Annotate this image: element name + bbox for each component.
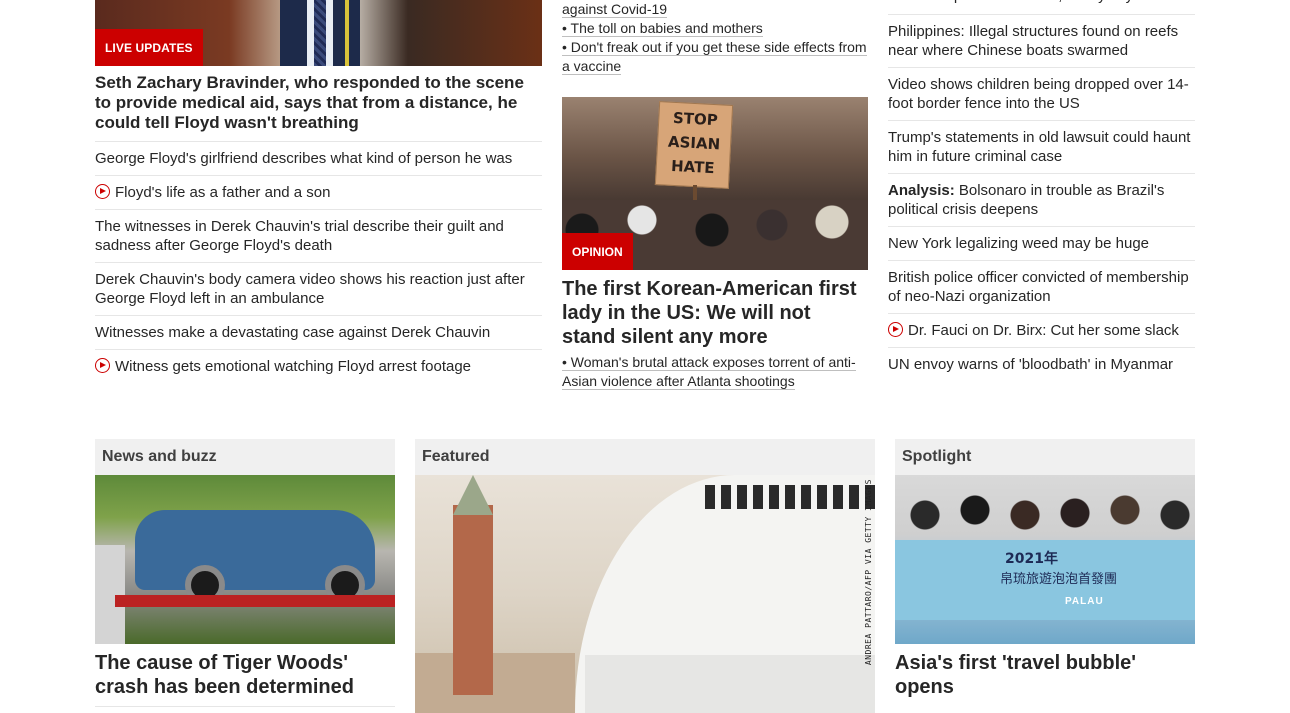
world-news-item[interactable]: Philippines: Illegal structures found on… [888,15,1195,68]
divider [95,706,395,707]
analysis-label: Analysis: [888,182,955,199]
world-news-item-content: Analysis: Bolsonaro in trouble as Brazil… [888,182,1164,218]
world-news-column: Mozambique terror attack, family says Phi… [888,0,1195,381]
zone-title: Spotlight [902,448,972,465]
world-news-item-text: British police officer convicted of memb… [888,269,1189,305]
story-list-item-text: Floyd's life as a father and a son [115,184,331,201]
story-list-item[interactable]: Derek Chauvin's body camera video shows … [95,263,542,316]
related-link[interactable]: • The toll on babies and mothers [562,20,763,37]
featured-cruise-ship-image[interactable]: ANDREA PATTARO/AFP VIA GETTY IMAGES [415,475,875,713]
related-link[interactable]: against Covid-19 [562,1,668,18]
banner-palau: PALAU [1065,596,1104,607]
protest-sign: STOP ASIAN HATE [654,101,734,189]
related-links-top: against Covid-19 • The toll on babies an… [562,0,868,76]
world-news-item[interactable]: New York legalizing weed may be huge [888,227,1195,261]
opinion-related-link[interactable]: • Woman's brutal attack exposes torrent … [562,354,856,390]
live-updates-image[interactable]: LIVE UPDATES [95,0,542,66]
opinion-image[interactable]: STOP ASIAN HATE OPINION [562,97,868,270]
news-and-buzz-zone: News and buzz The cause of Tiger Woods' … [95,439,395,707]
opinion-headline[interactable]: The first Korean-American first lady in … [562,277,868,349]
world-news-item-text: UN envoy warns of 'bloodbath' in Myanmar [888,356,1174,373]
world-news-item-content: Dr. Fauci on Dr. Birx: Cut her some slac… [888,322,1179,339]
story-list-item[interactable]: The witnesses in Derek Chauvin's trial d… [95,210,542,263]
top-story-list: George Floyd's girlfriend describes what… [95,142,542,383]
opinion-badge: OPINION [562,233,633,270]
world-news-item-text: Mozambique terror attack, family says [888,0,1141,4]
world-news-item-content: Video shows children being dropped over … [888,76,1189,112]
sign-text: ASIAN [667,132,721,154]
story-list-item-text: Witness gets emotional watching Floyd ar… [115,358,472,375]
world-news-item-text: Dr. Fauci on Dr. Birx: Cut her some slac… [908,322,1179,339]
image-spire [453,475,493,515]
image-ship-hull [585,655,875,713]
spotlight-headline[interactable]: Asia's first 'travel bubble' opens [895,651,1195,699]
image-banner: 2021年 帛琉旅遊泡泡首發團 PALAU [895,540,1195,620]
story-list-item-text: George Floyd's girlfriend describes what… [95,150,513,167]
video-play-icon [888,322,903,337]
video-play-icon [95,358,110,373]
banner-text: 帛琉旅遊泡泡首發團 [1000,572,1118,587]
story-list-item[interactable]: Witnesses make a devastating case agains… [95,316,542,350]
world-news-item-text: Video shows children being dropped over … [888,76,1189,112]
world-news-item-content: British police officer convicted of memb… [888,269,1189,305]
image-city [415,653,575,713]
world-news-item[interactable]: Trump's statements in old lawsuit could … [888,121,1195,174]
story-list-item-text: Witnesses make a devastating case agains… [95,324,491,341]
world-news-item[interactable]: British police officer convicted of memb… [888,261,1195,314]
zone-title: Featured [422,448,490,465]
sign-text: STOP [672,108,719,130]
world-news-item[interactable]: Video shows children being dropped over … [888,68,1195,121]
story-list-item-text: Derek Chauvin's body camera video shows … [95,271,525,307]
world-news-item-content: Mozambique terror attack, family says [888,0,1141,11]
world-news-item-content: Philippines: Illegal structures found on… [888,23,1178,59]
image-tie [314,0,326,66]
story-list-item[interactable]: George Floyd's girlfriend describes what… [95,142,542,176]
video-play-icon [95,184,110,199]
live-updates-badge: LIVE UPDATES [95,29,203,66]
world-news-item-text: Philippines: Illegal structures found on… [888,23,1179,59]
top-story-column: LIVE UPDATES Seth Zachary Bravinder, who… [95,0,542,383]
world-news-item[interactable]: UN envoy warns of 'bloodbath' in Myanmar [888,348,1195,381]
story-list-item[interactable]: Witness gets emotional watching Floyd ar… [95,350,542,383]
related-link[interactable]: • Don't freak out if you get these side … [562,39,867,75]
featured-zone: Featured ANDREA PATTARO/AFP VIA GETTY IM… [415,439,875,713]
story-list-item[interactable]: Floyd's life as a father and a son [95,176,542,210]
world-news-item-content: UN envoy warns of 'bloodbath' in Myanmar [888,356,1173,373]
photo-credit: ANDREA PATTARO/AFP VIA GETTY IMAGES [864,479,873,666]
zone-title: News and buzz [102,448,217,465]
travel-bubble-image[interactable]: 2021年 帛琉旅遊泡泡首發團 PALAU [895,475,1195,644]
news-headline[interactable]: The cause of Tiger Woods' crash has been… [95,651,395,699]
image-bell-tower [453,505,493,695]
world-news-item[interactable]: Dr. Fauci on Dr. Birx: Cut her some slac… [888,314,1195,348]
world-news-item[interactable]: Mozambique terror attack, family says [888,0,1195,15]
world-news-item-content: Trump's statements in old lawsuit could … [888,129,1190,165]
world-news-item-content: New York legalizing weed may be huge [888,235,1149,252]
world-news-item-text: New York legalizing weed may be huge [888,235,1149,252]
image-ship-deck [705,485,875,509]
banner-year: 2021年 [1005,551,1058,567]
middle-column: against Covid-19 • The toll on babies an… [562,0,868,391]
sign-text: HATE [670,156,716,178]
top-story-headline[interactable]: Seth Zachary Bravinder, who responded to… [95,73,542,142]
image-flatbed [115,595,395,607]
world-news-item[interactable]: Analysis: Bolsonaro in trouble as Brazil… [888,174,1195,227]
spotlight-zone: Spotlight 2021年 帛琉旅遊泡泡首發團 PALAU Asia's f… [895,439,1195,699]
image-lanyard [345,0,349,66]
story-list-item-text: The witnesses in Derek Chauvin's trial d… [95,218,504,254]
world-news-item-text: Trump's statements in old lawsuit could … [888,129,1191,165]
tiger-woods-crash-image[interactable] [95,475,395,644]
